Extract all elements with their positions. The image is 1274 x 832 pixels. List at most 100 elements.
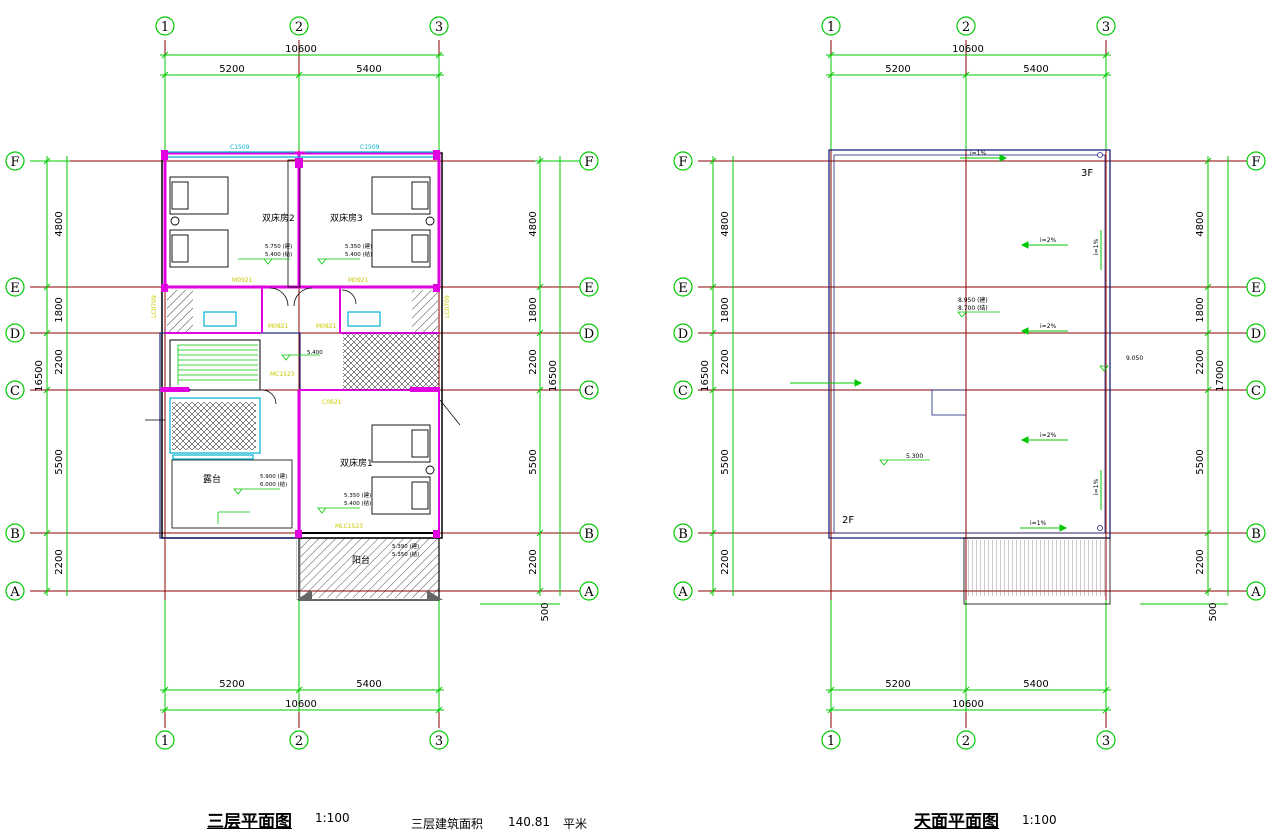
floor-plan-drawing: 1 2 3 1 2 3 F E D C B A F E D C B A 1060… — [5, 16, 1266, 750]
right-dim-right-500: 500 — [1208, 602, 1219, 621]
left-dim-top-total: 10600 — [285, 44, 317, 55]
left-grid-col-bottom-1: 1 — [161, 734, 169, 749]
right-dim-top-a: 5200 — [885, 64, 910, 75]
right-dim-side-4800: 4800 — [720, 211, 731, 236]
right-grid-row-left-A: A — [677, 585, 688, 600]
left-grid-col-top-3: 3 — [435, 20, 443, 35]
left-grid-row-left-B: B — [10, 527, 20, 542]
right-slope-labels: i=1% i=2% i=2% i=2% i=1% i=1% i=1% — [970, 150, 1100, 527]
left-dim-bottom-total: 10600 — [285, 699, 317, 710]
left-grid-row-right-E: E — [584, 281, 594, 296]
area-value: 140.81 — [508, 815, 550, 829]
left-balcony-rail — [296, 540, 302, 598]
right-dim-side-2200b: 2200 — [720, 549, 731, 574]
right-drains — [1097, 152, 1103, 531]
right-dim-bottom-total: 10600 — [952, 699, 984, 710]
left-grid-row-left-F: F — [10, 155, 19, 170]
tag-c0621: C0621 — [322, 399, 342, 406]
right-dimension-texts: 10600 5200 5400 5200 5400 10600 4800 180… — [700, 44, 1226, 710]
floor-mark-2f: 2F — [842, 515, 854, 526]
slope-4: i=2% — [1040, 432, 1057, 439]
left-plan: 1 2 3 1 2 3 F E D C B A F E D C B A 1060… — [5, 16, 599, 750]
right-plan-title: 天面平面图 — [914, 812, 999, 832]
right-dim-side-5500: 5500 — [720, 449, 731, 474]
right-grid-col-bottom-3: 3 — [1102, 734, 1110, 749]
left-grid-col-top-1: 1 — [161, 20, 169, 35]
left-dimension-texts: 10600 5200 5400 5200 5400 10600 4800 180… — [34, 44, 559, 710]
lvl-10: 5.350 (结) — [392, 550, 419, 558]
area-unit: 平米 — [563, 817, 588, 831]
right-dim-top-total: 10600 — [952, 44, 984, 55]
left-dim-right-500: 500 — [540, 602, 551, 621]
left-dim-side-4800: 4800 — [54, 211, 65, 236]
tag-c1509-b: C1509 — [360, 144, 380, 151]
right-roof-outline — [828, 149, 1111, 605]
left-dim-side-5500: 5500 — [54, 449, 65, 474]
left-dim-right-2200b: 2200 — [528, 549, 539, 574]
left-stair — [177, 344, 258, 385]
right-dimension-lines — [709, 51, 1229, 714]
tag-mc1523: MC1523 — [270, 371, 295, 378]
right-grid-col-top-2: 2 — [962, 20, 970, 35]
roof-lvl-1: 8.950 (建) — [958, 296, 988, 304]
right-grid-row-left-C: C — [678, 384, 688, 399]
left-dim-right-2200a: 2200 — [528, 349, 539, 374]
right-grid-row-right-C: C — [1251, 384, 1261, 399]
lvl-8: 5.400 (结) — [344, 499, 371, 507]
right-level-triangles — [879, 311, 1109, 466]
right-dim-side-1800: 1800 — [720, 297, 731, 322]
left-grid-col-bottom-3: 3 — [435, 734, 443, 749]
lvl-6: 6.000 (结) — [260, 480, 287, 488]
left-dim-right-5500: 5500 — [528, 449, 539, 474]
lvl-2: 5.400 (结) — [265, 250, 292, 258]
right-grid-col-top-1: 1 — [827, 20, 835, 35]
area-label: 三层建筑面积 — [411, 817, 484, 831]
tag-c1509-a: C1509 — [230, 144, 250, 151]
lvl-3: 5.350 (建) — [345, 242, 372, 250]
left-dim-right-total: 16500 — [548, 360, 559, 392]
left-dim-side-2200b: 2200 — [54, 549, 65, 574]
right-grid-row-right-E: E — [1251, 281, 1261, 296]
slope-3: i=2% — [1040, 323, 1057, 330]
left-grid-row-left-A: A — [9, 585, 20, 600]
right-grid-bubble-labels: 1 2 3 1 2 3 F E D C B A F E D C B A — [677, 20, 1261, 749]
right-grid-row-right-F: F — [1251, 155, 1260, 170]
left-door-swings — [261, 287, 357, 405]
tag-m0921-b: M0921 — [348, 277, 369, 284]
left-dim-side-2200a: 2200 — [54, 349, 65, 374]
right-grid-row-left-D: D — [678, 327, 688, 342]
right-grid-row-left-E: E — [678, 281, 688, 296]
right-dim-bottom-b: 5400 — [1023, 679, 1048, 690]
tag-lc0709-a: LC0709 — [151, 295, 158, 318]
right-grid-row-right-D: D — [1251, 327, 1261, 342]
right-grid-col-bottom-2: 2 — [962, 734, 970, 749]
left-grid-row-right-D: D — [584, 327, 594, 342]
left-grid-row-right-B: B — [584, 527, 594, 542]
left-dim-side-total: 16500 — [34, 360, 45, 392]
slope-6: i=1% — [1093, 238, 1100, 255]
tag-m0821-b: M0821 — [316, 323, 337, 330]
left-grid-row-right-C: C — [584, 384, 594, 399]
right-dim-top-b: 5400 — [1023, 64, 1048, 75]
room-balcony: 阳台 — [352, 554, 370, 566]
tag-mlc1523: MLC1523 — [335, 523, 363, 530]
left-plan-title: 三层平面图 — [207, 812, 292, 832]
left-dim-bottom-b: 5400 — [356, 679, 381, 690]
right-grid-row-left-F: F — [678, 155, 687, 170]
right-dim-side-total: 16500 — [700, 360, 711, 392]
left-dim-right-4800: 4800 — [528, 211, 539, 236]
right-dim-bottom-a: 5200 — [885, 679, 910, 690]
left-grid-col-top-2: 2 — [295, 20, 303, 35]
right-dim-right-2200a: 2200 — [1195, 349, 1206, 374]
right-dim-right-4800: 4800 — [1195, 211, 1206, 236]
right-grid-col-top-3: 3 — [1102, 20, 1110, 35]
left-dim-top-a: 5200 — [219, 64, 244, 75]
roof-lvl-4: 9.050 — [1126, 355, 1143, 362]
left-grid-col-bottom-2: 2 — [295, 734, 303, 749]
right-dim-right-1800: 1800 — [1195, 297, 1206, 322]
left-plan-scale: 1:100 — [315, 811, 350, 825]
roof-lvl-3: 5.300 — [906, 453, 923, 460]
room-double-1: 双床房1 — [340, 457, 373, 469]
right-plan: 1 2 3 1 2 3 F E D C B A F E D C B A 1060… — [673, 16, 1266, 750]
floor-mark-3f: 3F — [1081, 168, 1093, 179]
